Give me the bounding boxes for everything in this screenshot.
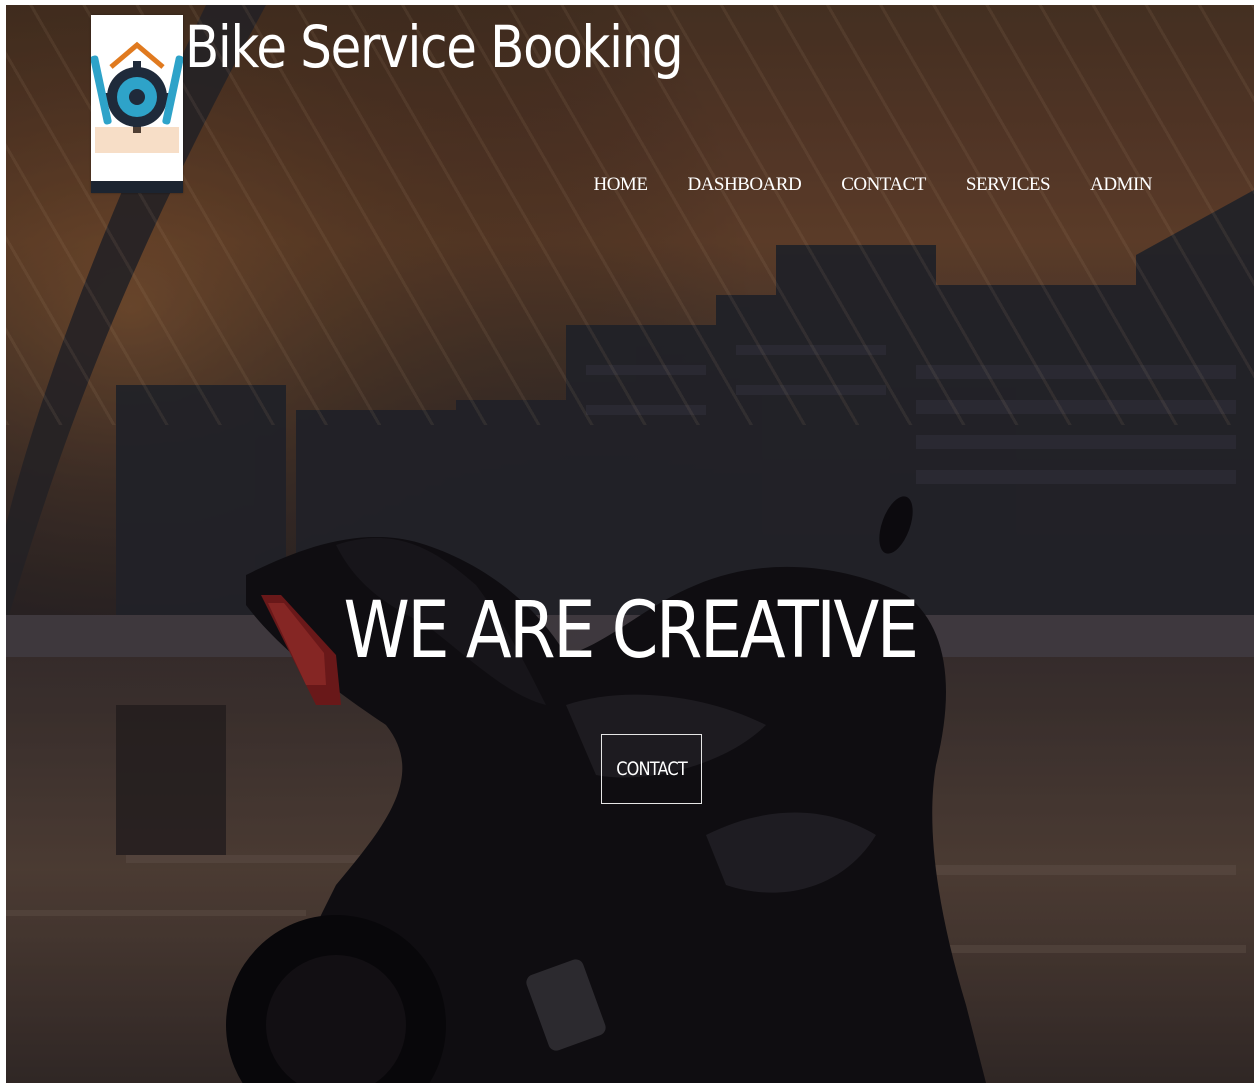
nav-item-services[interactable]: SERVICES <box>966 174 1051 196</box>
main-navigation: HOME DASHBOARD CONTACT SERVICES ADMIN <box>553 174 1152 196</box>
brand-logo[interactable] <box>90 15 184 193</box>
nav-item-contact[interactable]: CONTACT <box>841 174 926 196</box>
nav-item-home[interactable]: HOME <box>593 174 647 196</box>
hero-dark-overlay <box>6 5 1254 1083</box>
nav-item-dashboard[interactable]: DASHBOARD <box>687 174 801 196</box>
bike-service-logo-icon <box>90 41 184 153</box>
contact-button-label: CONTACT <box>616 758 687 780</box>
hero-section: Bike Service Booking HOME DASHBOARD CONT… <box>6 5 1254 1083</box>
nav-item-admin[interactable]: ADMIN <box>1090 174 1152 196</box>
hero-headline: WE ARE CREATIVE <box>343 586 919 676</box>
contact-button[interactable]: CONTACT <box>601 734 702 804</box>
logo-footer-strip <box>91 181 183 193</box>
brand-title[interactable]: Bike Service Booking <box>185 11 684 84</box>
